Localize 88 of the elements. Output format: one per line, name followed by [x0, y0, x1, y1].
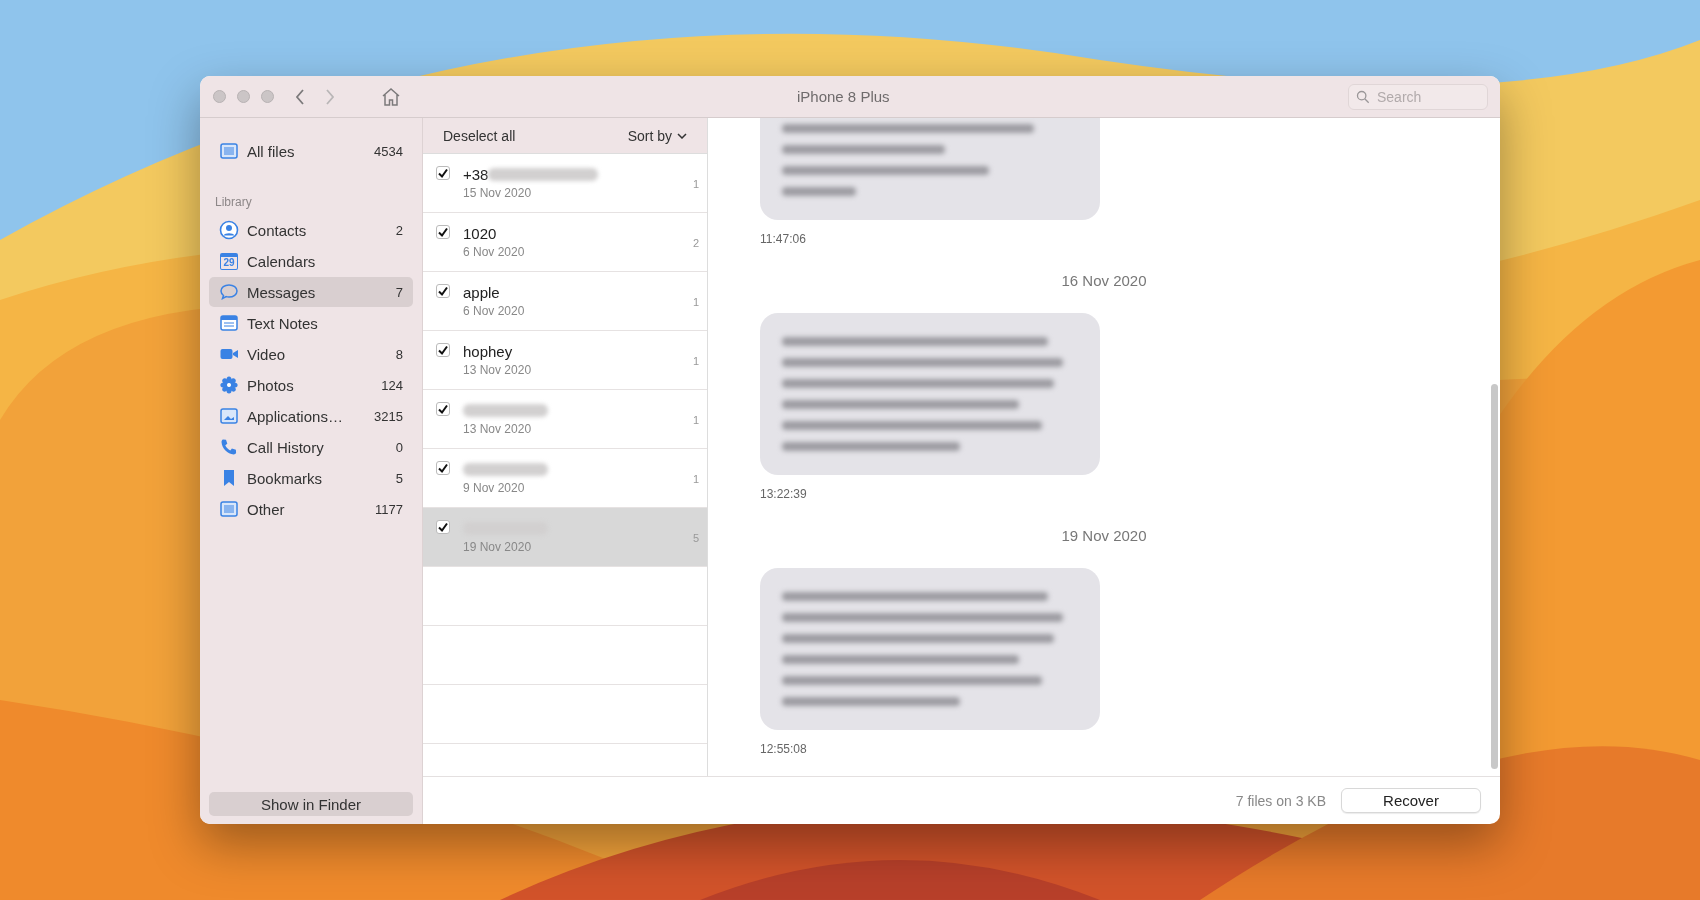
show-in-finder-button[interactable]: Show in Finder [209, 792, 413, 816]
message-time: 12:55:08 [760, 742, 808, 756]
item-count: 3215 [374, 408, 403, 424]
item-label: Bookmarks [247, 469, 324, 487]
message-count: 5 [692, 532, 699, 544]
conversation-row[interactable]: 13 Nov 2020 1 [423, 390, 707, 449]
date-separator: 16 Nov 2020 [1060, 272, 1148, 289]
sidebar-item[interactable]: Applications… 3215 [209, 401, 413, 431]
message-count: 1 [692, 355, 699, 367]
contact-name: hophey [463, 342, 513, 360]
conversation-row[interactable]: 1020 6 Nov 2020 2 [423, 213, 707, 272]
notes-icon [219, 313, 239, 333]
item-label: Messages [247, 283, 317, 301]
checkbox[interactable] [436, 520, 450, 534]
file-summary: 7 files on 3 KB [1235, 792, 1326, 809]
message-date: 13 Nov 2020 [463, 422, 533, 436]
message-date: 13 Nov 2020 [463, 363, 533, 377]
item-label: Text Notes [247, 314, 319, 332]
scrollbar-thumb[interactable] [1491, 384, 1498, 769]
sidebar-item[interactable]: 29 Calendars [209, 246, 413, 276]
section-title: Library [215, 195, 253, 209]
sidebar-item[interactable]: Other 1177 [209, 494, 413, 524]
item-count: 8 [395, 346, 403, 362]
checkbox[interactable] [436, 284, 450, 298]
deselect-all-button[interactable]: Deselect all [443, 127, 516, 144]
message-date: 6 Nov 2020 [463, 245, 526, 259]
folder-stack-icon [219, 141, 239, 161]
message-count: 1 [692, 414, 699, 426]
message-count: 1 [692, 178, 699, 190]
sidebar-item[interactable]: Bookmarks 5 [209, 463, 413, 493]
item-count: 7 [395, 284, 403, 300]
sort-by-dropdown[interactable]: Sort by [627, 127, 687, 144]
search-field[interactable]: Search [1348, 83, 1488, 110]
message-count: 1 [692, 473, 699, 485]
item-count: 5 [395, 470, 403, 486]
item-count: 4534 [374, 143, 403, 159]
sidebar-item[interactable]: Video 8 [209, 339, 413, 369]
message-date: 9 Nov 2020 [463, 481, 526, 495]
item-count: 2 [395, 222, 403, 238]
speech-bubble-icon [219, 282, 239, 302]
message-count: 1 [692, 296, 699, 308]
message-date: 15 Nov 2020 [463, 186, 533, 200]
checkbox[interactable] [436, 166, 450, 180]
message-count: 2 [692, 237, 699, 249]
sidebar-item[interactable]: Text Notes [209, 308, 413, 338]
checkbox[interactable] [436, 461, 450, 475]
sidebar-item[interactable]: Contacts 2 [209, 215, 413, 245]
message-date: 6 Nov 2020 [463, 304, 526, 318]
item-label: Photos [247, 376, 295, 394]
item-label: Calendars [247, 252, 317, 270]
checkbox[interactable] [436, 225, 450, 239]
date-separator: 19 Nov 2020 [1060, 527, 1148, 544]
sidebar-item[interactable]: Call History 0 [209, 432, 413, 462]
calendar-icon: 29 [220, 252, 238, 270]
app-window-icon [219, 406, 239, 426]
item-label: Call History [247, 438, 325, 456]
conversation-row[interactable]: hophey 13 Nov 2020 1 [423, 331, 707, 390]
item-label: All files [247, 142, 296, 160]
person-icon [219, 220, 239, 240]
message-time: 13:22:39 [760, 487, 808, 501]
item-label: Contacts [247, 221, 308, 239]
item-count: 124 [381, 377, 403, 393]
chevron-down-icon [677, 132, 687, 139]
item-label: Other [247, 500, 286, 518]
item-label: Video [247, 345, 287, 363]
home-icon[interactable] [380, 85, 402, 108]
sidebar-item[interactable]: Photos 124 [209, 370, 413, 400]
back-icon[interactable] [294, 87, 306, 106]
conversation-row[interactable]: +38 15 Nov 2020 1 [423, 154, 707, 213]
item-count: 1177 [375, 501, 403, 517]
phone-icon [219, 437, 239, 457]
checkbox[interactable] [436, 343, 450, 357]
sidebar-item[interactable]: All files 4534 [209, 136, 413, 166]
search-icon [1356, 89, 1370, 104]
flower-icon [219, 375, 239, 395]
contact-name: apple [463, 283, 500, 301]
contact-name: 1020 [463, 224, 497, 242]
window-title: iPhone 8 Plus [797, 88, 890, 105]
checkbox[interactable] [436, 402, 450, 416]
item-count: 0 [395, 439, 403, 455]
item-label: Applications… [247, 407, 344, 425]
contact-name: +38 [463, 165, 489, 183]
message-time: 11:47:06 [760, 232, 807, 246]
conversation-row[interactable]: apple 6 Nov 2020 1 [423, 272, 707, 331]
message-date: 19 Nov 2020 [463, 540, 533, 554]
sidebar-item[interactable]: Messages 7 [209, 277, 413, 307]
recover-button[interactable]: Recover [1341, 788, 1481, 813]
folder-stack-icon [219, 499, 239, 519]
